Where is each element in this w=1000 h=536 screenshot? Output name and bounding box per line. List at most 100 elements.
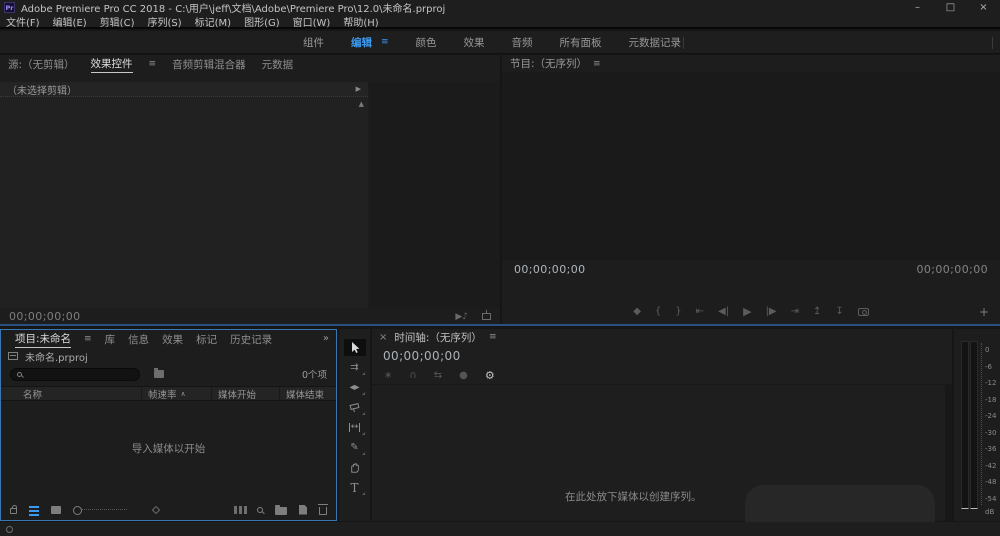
button-editor-add-icon[interactable]: +: [979, 305, 989, 319]
step-back-icon[interactable]: ◀|: [718, 306, 729, 317]
menu-graphics[interactable]: 图形(G): [244, 14, 280, 29]
close-button[interactable]: ×: [967, 0, 1000, 15]
linked-selection-icon[interactable]: ⇆: [434, 370, 442, 381]
workspace-tab-color[interactable]: 颜色: [416, 35, 437, 50]
column-media-start[interactable]: 媒体开始: [211, 387, 279, 401]
timeline-scrollbar[interactable]: [945, 384, 952, 521]
tick-label: -12: [985, 379, 997, 388]
mark-in-icon[interactable]: {: [655, 306, 661, 317]
add-marker-icon[interactable]: ◆: [633, 306, 641, 317]
program-monitor-title[interactable]: 节目:（无序列）: [510, 56, 587, 71]
project-writable-lock-icon[interactable]: [10, 505, 17, 514]
premiere-pro-window: Pr Adobe Premiere Pro CC 2018 - C:\用户\je…: [0, 0, 1000, 536]
type-tool[interactable]: T: [344, 479, 366, 496]
timeline-track-area[interactable]: 在此处放下媒体以创建序列。: [372, 384, 945, 536]
zoom-slider[interactable]: [73, 506, 127, 515]
tab-metadata[interactable]: 元数据: [262, 57, 294, 72]
workspace-tab-audio[interactable]: 音频: [512, 35, 533, 50]
sort-ascending-icon[interactable]: ∧: [181, 390, 186, 398]
snap-icon[interactable]: ∩: [409, 370, 416, 381]
minimize-button[interactable]: –: [901, 0, 934, 15]
tab-overflow-icon[interactable]: »: [323, 333, 329, 344]
go-to-out-icon[interactable]: ⇥: [791, 306, 799, 317]
workspace-tab-all-panels[interactable]: 所有面板: [560, 35, 602, 50]
hand-tool[interactable]: [344, 459, 366, 476]
mark-out-icon[interactable]: }: [675, 306, 681, 317]
timeline-title[interactable]: 时间轴:（无序列）: [394, 330, 482, 345]
menu-help[interactable]: 帮助(H): [343, 14, 378, 29]
tick-label: -54: [985, 494, 997, 503]
add-marker-icon[interactable]: ●: [459, 370, 468, 381]
tab-libraries[interactable]: 库: [105, 332, 116, 347]
menu-clip[interactable]: 剪辑(C): [100, 14, 135, 29]
workspace-tab-editing[interactable]: 编辑: [351, 35, 372, 50]
icon-view-icon[interactable]: [51, 505, 61, 514]
effect-controls-content: ▲: [0, 97, 368, 308]
clear-icon[interactable]: [318, 503, 328, 515]
panel-split-highlight[interactable]: [0, 324, 1000, 326]
tab-effect-controls[interactable]: 效果控件: [90, 56, 133, 73]
new-bin-icon[interactable]: [275, 504, 287, 515]
column-frame-rate-label: 帧速率: [148, 389, 177, 401]
menu-sequence[interactable]: 序列(S): [147, 14, 181, 29]
extract-icon[interactable]: ↧: [835, 306, 843, 317]
create-search-bin-icon[interactable]: [154, 368, 164, 378]
play-button-icon[interactable]: ▶: [743, 305, 751, 318]
timeline-settings-wrench-icon[interactable]: ⚙: [485, 369, 495, 382]
menu-marker[interactable]: 标记(M): [195, 14, 231, 29]
insert-overwrite-icon[interactable]: ∗: [384, 370, 392, 381]
selection-tool[interactable]: [343, 339, 366, 356]
menu-edit[interactable]: 编辑(E): [53, 14, 87, 29]
scroll-up-icon[interactable]: ▲: [359, 100, 364, 108]
tab-effects[interactable]: 效果: [162, 332, 183, 347]
column-media-end[interactable]: 媒体结束: [279, 387, 336, 401]
timeline-timecode[interactable]: 00;00;00;00: [383, 349, 461, 363]
tab-source-monitor[interactable]: 源:（无剪辑）: [8, 57, 75, 72]
workspace-tab-effects[interactable]: 效果: [464, 35, 485, 50]
effect-controls-timecode[interactable]: 00;00;00;00: [9, 310, 81, 323]
lift-icon[interactable]: ↥: [813, 306, 821, 317]
pen-tool[interactable]: ✎: [344, 439, 366, 456]
step-forward-icon[interactable]: |▶: [766, 306, 777, 317]
sort-icons-icon[interactable]: [151, 505, 161, 514]
tab-history[interactable]: 历史记录: [230, 332, 272, 347]
workspace-menu-icon[interactable]: ≡: [381, 37, 389, 47]
tab-audio-clip-mixer[interactable]: 音频剪辑混合器: [172, 57, 246, 72]
search-input[interactable]: [26, 369, 126, 379]
tab-info[interactable]: 信息: [128, 332, 149, 347]
column-frame-rate[interactable]: 帧速率 ∧: [141, 387, 211, 401]
tab-project[interactable]: 项目:未命名: [15, 331, 72, 348]
razor-tool[interactable]: [344, 399, 366, 416]
expand-arrow-icon[interactable]: ▶: [356, 85, 361, 93]
play-audio-icon[interactable]: ▶♪: [455, 312, 468, 322]
program-current-timecode[interactable]: 00;00;00;00: [514, 263, 586, 276]
panel-menu-icon[interactable]: ≡: [149, 59, 157, 69]
search-box[interactable]: [10, 367, 140, 381]
list-view-icon[interactable]: [29, 505, 39, 508]
export-icon[interactable]: [482, 310, 491, 320]
timeline-toolbar: ∗ ∩ ⇆ ● ⚙: [384, 369, 495, 382]
menu-window[interactable]: 窗口(W): [293, 14, 331, 29]
column-name[interactable]: 名称: [1, 387, 141, 401]
project-file-row[interactable]: 未命名.prproj: [1, 348, 336, 364]
track-select-forward-tool[interactable]: ⇉: [344, 359, 366, 376]
panel-menu-icon[interactable]: ≡: [84, 334, 92, 344]
tab-markers[interactable]: 标记: [196, 332, 217, 347]
new-item-icon[interactable]: [299, 504, 307, 515]
close-tab-icon[interactable]: ×: [379, 332, 387, 343]
project-empty-area[interactable]: 导入媒体以开始: [1, 401, 336, 496]
timeline-header: × 时间轴:（无序列） ≡: [372, 329, 952, 345]
ripple-edit-tool[interactable]: ◂▸: [344, 379, 366, 396]
automate-to-sequence-icon[interactable]: [234, 505, 237, 514]
go-to-in-icon[interactable]: ⇤: [696, 306, 704, 317]
source-panel-tabbar: 源:（无剪辑） 效果控件 ≡ 音频剪辑混合器 元数据: [0, 55, 500, 73]
export-frame-icon[interactable]: [857, 307, 869, 316]
workspace-tab-assembly[interactable]: 组件: [303, 35, 324, 50]
slip-tool[interactable]: ↔: [344, 419, 366, 436]
panel-menu-icon[interactable]: ≡: [593, 59, 601, 69]
find-icon[interactable]: [257, 506, 263, 513]
maximize-button[interactable]: □: [934, 0, 967, 15]
menu-file[interactable]: 文件(F): [6, 14, 40, 29]
workspace-tab-metadata-logging[interactable]: 元数据记录: [629, 35, 682, 50]
panel-menu-icon[interactable]: ≡: [489, 332, 497, 342]
